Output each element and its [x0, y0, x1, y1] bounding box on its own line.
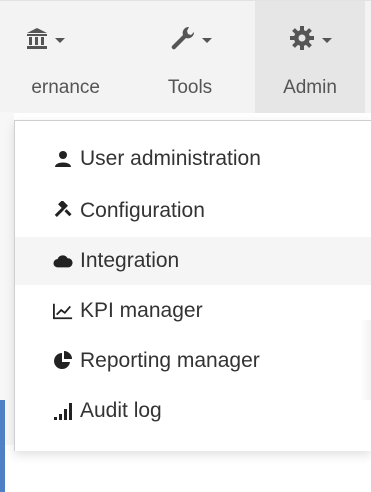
wrench-icon [171, 26, 194, 50]
pie-chart-icon [53, 351, 73, 371]
sidebar-accent-bar [0, 400, 5, 492]
left-sidebar-edge [0, 112, 14, 492]
signal-icon [53, 401, 73, 421]
nav-maintenance-label: ernance [31, 77, 100, 98]
menu-item-integration[interactable]: Integration [15, 237, 371, 285]
menu-item-label: User administration [80, 147, 261, 170]
admin-dropdown-menu: User administration Configuration Integr… [14, 120, 371, 451]
menu-item-label: KPI manager [80, 299, 203, 322]
menu-item-configuration[interactable]: Configuration [15, 187, 371, 235]
menu-item-user-administration[interactable]: User administration [15, 135, 371, 183]
menu-item-label: Configuration [80, 199, 205, 222]
chevron-down-icon [201, 37, 212, 43]
menu-item-label: Integration [80, 249, 180, 272]
nav-tools-icon-row [140, 21, 240, 55]
nav-admin-label: Admin [283, 77, 337, 98]
menu-item-audit-log[interactable]: Audit log [15, 387, 371, 435]
nav-admin[interactable]: Admin [255, 1, 365, 113]
menu-item-kpi-manager[interactable]: KPI manager [15, 287, 371, 335]
gavel-icon [53, 201, 73, 221]
nav-admin-icon-row [255, 21, 365, 55]
nav-tools-label: Tools [167, 77, 213, 98]
top-navbar: ernance Tools Admin [0, 0, 371, 113]
menu-item-reporting-manager[interactable]: Reporting manager [15, 337, 371, 385]
chevron-down-icon [321, 37, 332, 43]
nav-maintenance-icon-row [0, 21, 100, 55]
user-icon [53, 149, 73, 169]
cloud-icon [53, 251, 73, 271]
menu-item-label: Reporting manager [80, 349, 260, 372]
gear-icon [289, 26, 314, 50]
chevron-down-icon [54, 37, 65, 43]
page-edge-shadow [360, 320, 371, 400]
menu-item-label: Audit log [80, 399, 162, 422]
institution-icon [26, 28, 47, 49]
line-chart-icon [53, 301, 73, 321]
nav-maintenance[interactable]: ernance [0, 1, 100, 113]
nav-tools[interactable]: Tools [140, 1, 240, 113]
